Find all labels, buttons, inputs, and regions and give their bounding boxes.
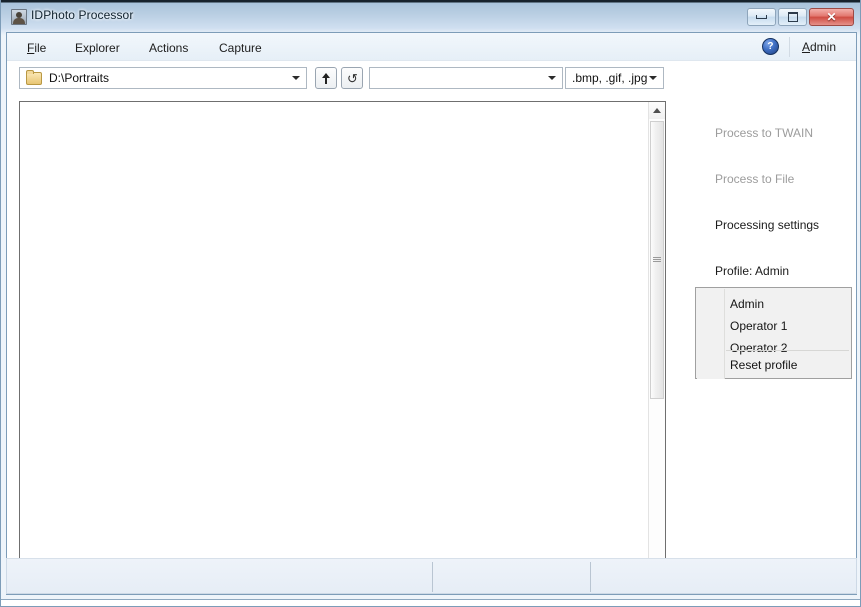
maximize-button[interactable] <box>778 8 807 26</box>
profile-menu-separator <box>726 350 849 351</box>
refresh-icon: ↻ <box>347 72 358 85</box>
action-process-to-file[interactable]: Process to File <box>715 172 794 186</box>
status-divider <box>590 562 591 592</box>
path-combo-value: D:\Portraits <box>49 71 109 85</box>
profile-menu-item-operator-2[interactable]: Operator 2 <box>730 341 787 355</box>
up-arrow-icon <box>322 72 331 84</box>
folder-icon <box>26 72 42 85</box>
menu-item-actions[interactable]: Actions <box>143 39 194 57</box>
menu-item-file-label: ile <box>34 41 46 55</box>
vertical-scrollbar[interactable] <box>648 102 665 583</box>
filetype-combo[interactable]: .bmp, .gif, .jpg <box>565 67 664 89</box>
status-divider <box>432 562 433 592</box>
toolbar: D:\Portraits ↻ .bmp, .gif, .jpg <box>7 61 856 94</box>
action-processing-settings[interactable]: Processing settings <box>715 218 819 232</box>
close-button[interactable]: ✕ <box>809 8 854 26</box>
menu-bar: File Explorer Actions Capture ? Admin <box>7 33 856 61</box>
title-bar[interactable]: IDPhoto Processor ✕ <box>1 0 861 32</box>
chevron-down-icon <box>649 76 657 80</box>
action-profile-current[interactable]: Profile: Admin <box>715 264 789 278</box>
scrollbar-thumb[interactable] <box>650 121 664 399</box>
chevron-up-icon <box>653 108 661 113</box>
maximize-icon <box>788 12 798 22</box>
minimize-icon <box>756 15 767 19</box>
client-area: File Explorer Actions Capture ? Admin D:… <box>6 32 857 595</box>
app-portrait-photo-icon <box>11 9 27 25</box>
menu-item-admin[interactable]: Admin <box>790 38 848 56</box>
refresh-button[interactable]: ↻ <box>341 67 363 89</box>
filetype-combo-value: .bmp, .gif, .jpg <box>572 71 647 85</box>
window-title: IDPhoto Processor <box>31 8 133 22</box>
menu-item-capture[interactable]: Capture <box>213 39 268 57</box>
profile-dropdown-menu: Admin Operator 1 Operator 2 Reset profil… <box>695 287 852 379</box>
profile-menu-gutter <box>697 289 725 379</box>
profile-menu-item-admin[interactable]: Admin <box>730 297 764 311</box>
chevron-down-icon <box>292 76 300 80</box>
status-bar <box>6 558 857 594</box>
close-icon: ✕ <box>826 11 836 23</box>
minimize-button[interactable] <box>747 8 776 26</box>
chevron-down-icon <box>548 76 556 80</box>
window-controls: ✕ <box>747 8 854 26</box>
path-combo[interactable]: D:\Portraits <box>19 67 307 89</box>
menu-item-admin-label: dmin <box>810 40 836 54</box>
scrollbar-grip-icon <box>653 257 661 263</box>
help-question-icon[interactable]: ? <box>762 38 779 55</box>
profile-menu-item-operator-1[interactable]: Operator 1 <box>730 319 787 333</box>
menu-item-explorer[interactable]: Explorer <box>69 39 126 57</box>
profile-menu-item-reset-profile[interactable]: Reset profile <box>730 358 797 372</box>
action-process-to-twain[interactable]: Process to TWAIN <box>715 126 813 140</box>
file-list-panel[interactable] <box>19 101 666 584</box>
application-window: IDPhoto Processor ✕ File Explorer Action… <box>0 0 861 600</box>
side-panel: Process to TWAIN Process to File Process… <box>672 94 856 584</box>
up-one-level-button[interactable] <box>315 67 337 89</box>
menu-item-file[interactable]: File <box>21 39 52 57</box>
filter-combo[interactable] <box>369 67 563 89</box>
scroll-up-button[interactable] <box>649 102 665 119</box>
menu-bar-right: ? Admin <box>762 33 856 60</box>
